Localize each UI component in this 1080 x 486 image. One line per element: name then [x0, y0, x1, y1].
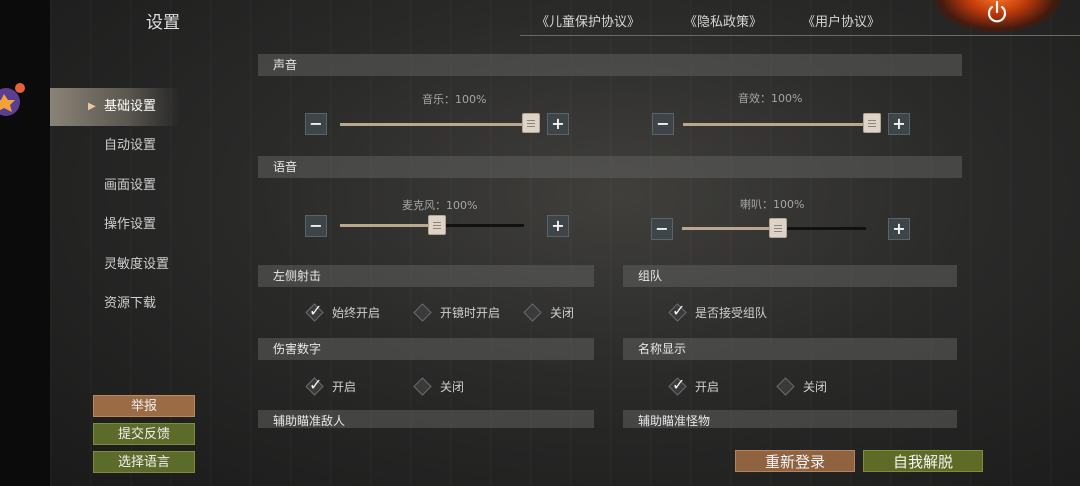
relogin-button[interactable]: 重新登录 — [735, 450, 855, 472]
section-damage-numbers: 伤害数字 — [258, 338, 594, 360]
option-label: 开启 — [695, 380, 720, 394]
nav-item-label: 操作设置 — [104, 217, 157, 232]
left-fire-off[interactable]: 关闭 — [523, 302, 575, 324]
privacy-policy-link[interactable]: 《隐私政策》 — [684, 11, 762, 30]
sfx-plus-button[interactable]: + — [888, 113, 910, 135]
settings-panel: 设置 《儿童保护协议》 《隐私政策》 《用户协议》 ▶ 基础设置 自动设置 画面… — [50, 0, 1080, 486]
check-icon: ✓ — [672, 301, 686, 320]
option-label: 关闭 — [440, 380, 465, 394]
section-name-display: 名称显示 — [623, 338, 957, 360]
nav-item-label: 基础设置 — [104, 99, 157, 114]
user-agreement-link[interactable]: 《用户协议》 — [802, 11, 880, 30]
mic-minus-button[interactable]: − — [305, 215, 327, 237]
nav-item-basic[interactable]: ▶ 基础设置 — [50, 88, 180, 126]
option-label: 开镜时开启 — [440, 306, 501, 320]
speaker-slider-fill — [682, 227, 780, 230]
mic-plus-button[interactable]: + — [547, 215, 569, 237]
sfx-label: 音效：100% — [738, 92, 803, 105]
report-button[interactable]: 举报 — [93, 395, 195, 417]
nav-item-downloads[interactable]: 资源下载 — [50, 285, 180, 323]
child-protection-link[interactable]: 《儿童保护协议》 — [536, 11, 640, 30]
speaker-minus-button[interactable]: − — [651, 218, 673, 240]
sfx-slider-fill — [683, 123, 875, 126]
damage-on[interactable]: ✓ 开启 — [305, 375, 357, 398]
sfx-slider-track[interactable] — [683, 123, 878, 126]
section-team: 组队 — [623, 265, 957, 287]
nav-item-auto[interactable]: 自动设置 — [50, 127, 180, 165]
feedback-button[interactable]: 提交反馈 — [93, 423, 195, 445]
nav-item-label: 画面设置 — [104, 178, 157, 193]
diamond-checkbox-icon — [776, 377, 795, 396]
mic-slider-thumb[interactable] — [428, 215, 446, 235]
floating-app-icon[interactable] — [0, 80, 30, 124]
sfx-slider-thumb[interactable] — [863, 113, 881, 133]
speaker-plus-button[interactable]: + — [888, 218, 910, 240]
page-title: 设置 — [146, 13, 180, 33]
option-label: 是否接受组队 — [695, 306, 768, 320]
unstuck-button[interactable]: 自我解脱 — [863, 450, 983, 472]
music-slider-fill — [340, 123, 532, 126]
speaker-label: 喇叭：100% — [740, 198, 805, 211]
team-accept[interactable]: ✓ 是否接受组队 — [668, 301, 768, 324]
header-divider — [520, 35, 1080, 36]
power-icon[interactable] — [984, 0, 1010, 26]
check-icon: ✓ — [309, 301, 323, 320]
name-display-off[interactable]: 关闭 — [776, 376, 828, 398]
sfx-minus-button[interactable]: − — [652, 113, 674, 135]
music-slider-thumb[interactable] — [522, 113, 540, 133]
mic-slider-fill — [340, 224, 438, 227]
option-label: 关闭 — [550, 306, 575, 320]
nav-item-sensitivity[interactable]: 灵敏度设置 — [50, 246, 180, 284]
active-arrow-icon: ▶ — [88, 101, 96, 112]
option-label: 始终开启 — [332, 306, 381, 320]
left-fire-scope[interactable]: 开镜时开启 — [413, 302, 501, 324]
music-minus-button[interactable]: − — [305, 113, 327, 135]
check-icon: ✓ — [672, 375, 686, 394]
nav-item-label: 自动设置 — [104, 138, 157, 153]
left-edge-strip — [0, 0, 50, 486]
nav-item-label: 资源下载 — [104, 296, 157, 311]
diamond-checkbox-icon — [413, 303, 432, 322]
nav-item-controls[interactable]: 操作设置 — [50, 206, 180, 244]
diamond-checkbox-icon — [523, 303, 542, 322]
option-label: 关闭 — [803, 380, 828, 394]
left-fire-always[interactable]: ✓ 始终开启 — [305, 301, 381, 324]
speaker-slider-thumb[interactable] — [769, 218, 787, 238]
damage-off[interactable]: 关闭 — [413, 376, 465, 398]
language-button[interactable]: 选择语言 — [93, 451, 195, 473]
nav-item-graphics[interactable]: 画面设置 — [50, 167, 180, 205]
option-label: 开启 — [332, 380, 357, 394]
section-left-fire: 左侧射击 — [258, 265, 594, 287]
music-label: 音乐：100% — [422, 93, 487, 106]
section-aim-assist-enemy: 辅助瞄准敌人 — [258, 410, 594, 428]
nav-item-label: 灵敏度设置 — [104, 257, 170, 272]
check-icon: ✓ — [309, 375, 323, 394]
music-plus-button[interactable]: + — [547, 113, 569, 135]
name-display-on[interactable]: ✓ 开启 — [668, 375, 720, 398]
section-aim-assist-monster: 辅助瞄准怪物 — [623, 410, 957, 428]
music-slider-track[interactable] — [340, 123, 535, 126]
diamond-checkbox-icon — [413, 377, 432, 396]
mic-label: 麦克风：100% — [402, 199, 478, 212]
section-voice: 语音 — [258, 156, 962, 178]
section-sound: 声音 — [258, 54, 962, 76]
